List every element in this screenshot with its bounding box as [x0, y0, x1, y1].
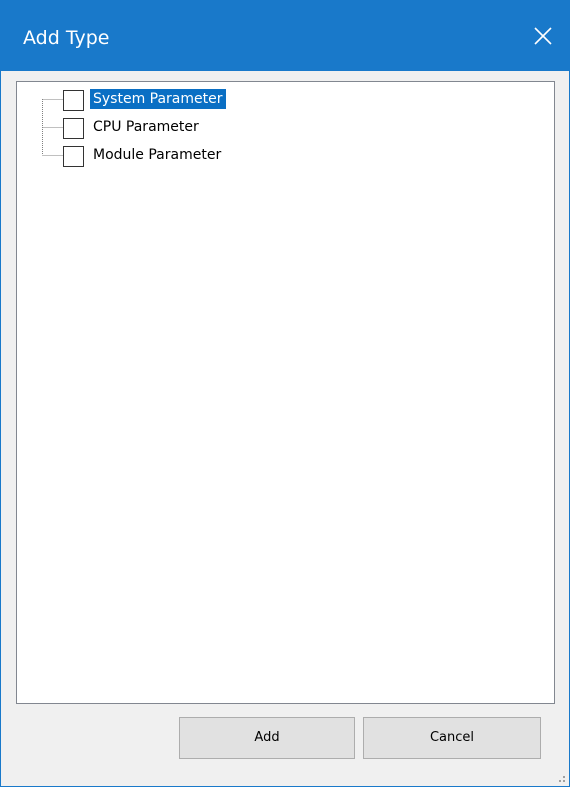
cancel-button[interactable]: Cancel	[363, 717, 541, 759]
resize-grip-icon[interactable]	[554, 771, 566, 783]
add-button[interactable]: Add	[179, 717, 355, 759]
cpu-parameter-checkbox[interactable]	[63, 118, 84, 139]
tree-item-label[interactable]: Module Parameter	[90, 145, 224, 165]
close-icon	[534, 27, 552, 45]
system-parameter-checkbox[interactable]	[63, 90, 84, 111]
tree-item-label[interactable]: CPU Parameter	[90, 117, 202, 137]
type-tree[interactable]: System Parameter CPU Parameter Module Pa…	[16, 81, 555, 704]
module-parameter-checkbox[interactable]	[63, 146, 84, 167]
close-button[interactable]	[517, 1, 569, 71]
dialog-title: Add Type	[23, 27, 110, 49]
title-bar[interactable]: Add Type	[1, 1, 569, 71]
tree-item-label[interactable]: System Parameter	[90, 89, 226, 109]
add-type-dialog: Add Type System Parameter CPU Parameter …	[0, 0, 570, 787]
